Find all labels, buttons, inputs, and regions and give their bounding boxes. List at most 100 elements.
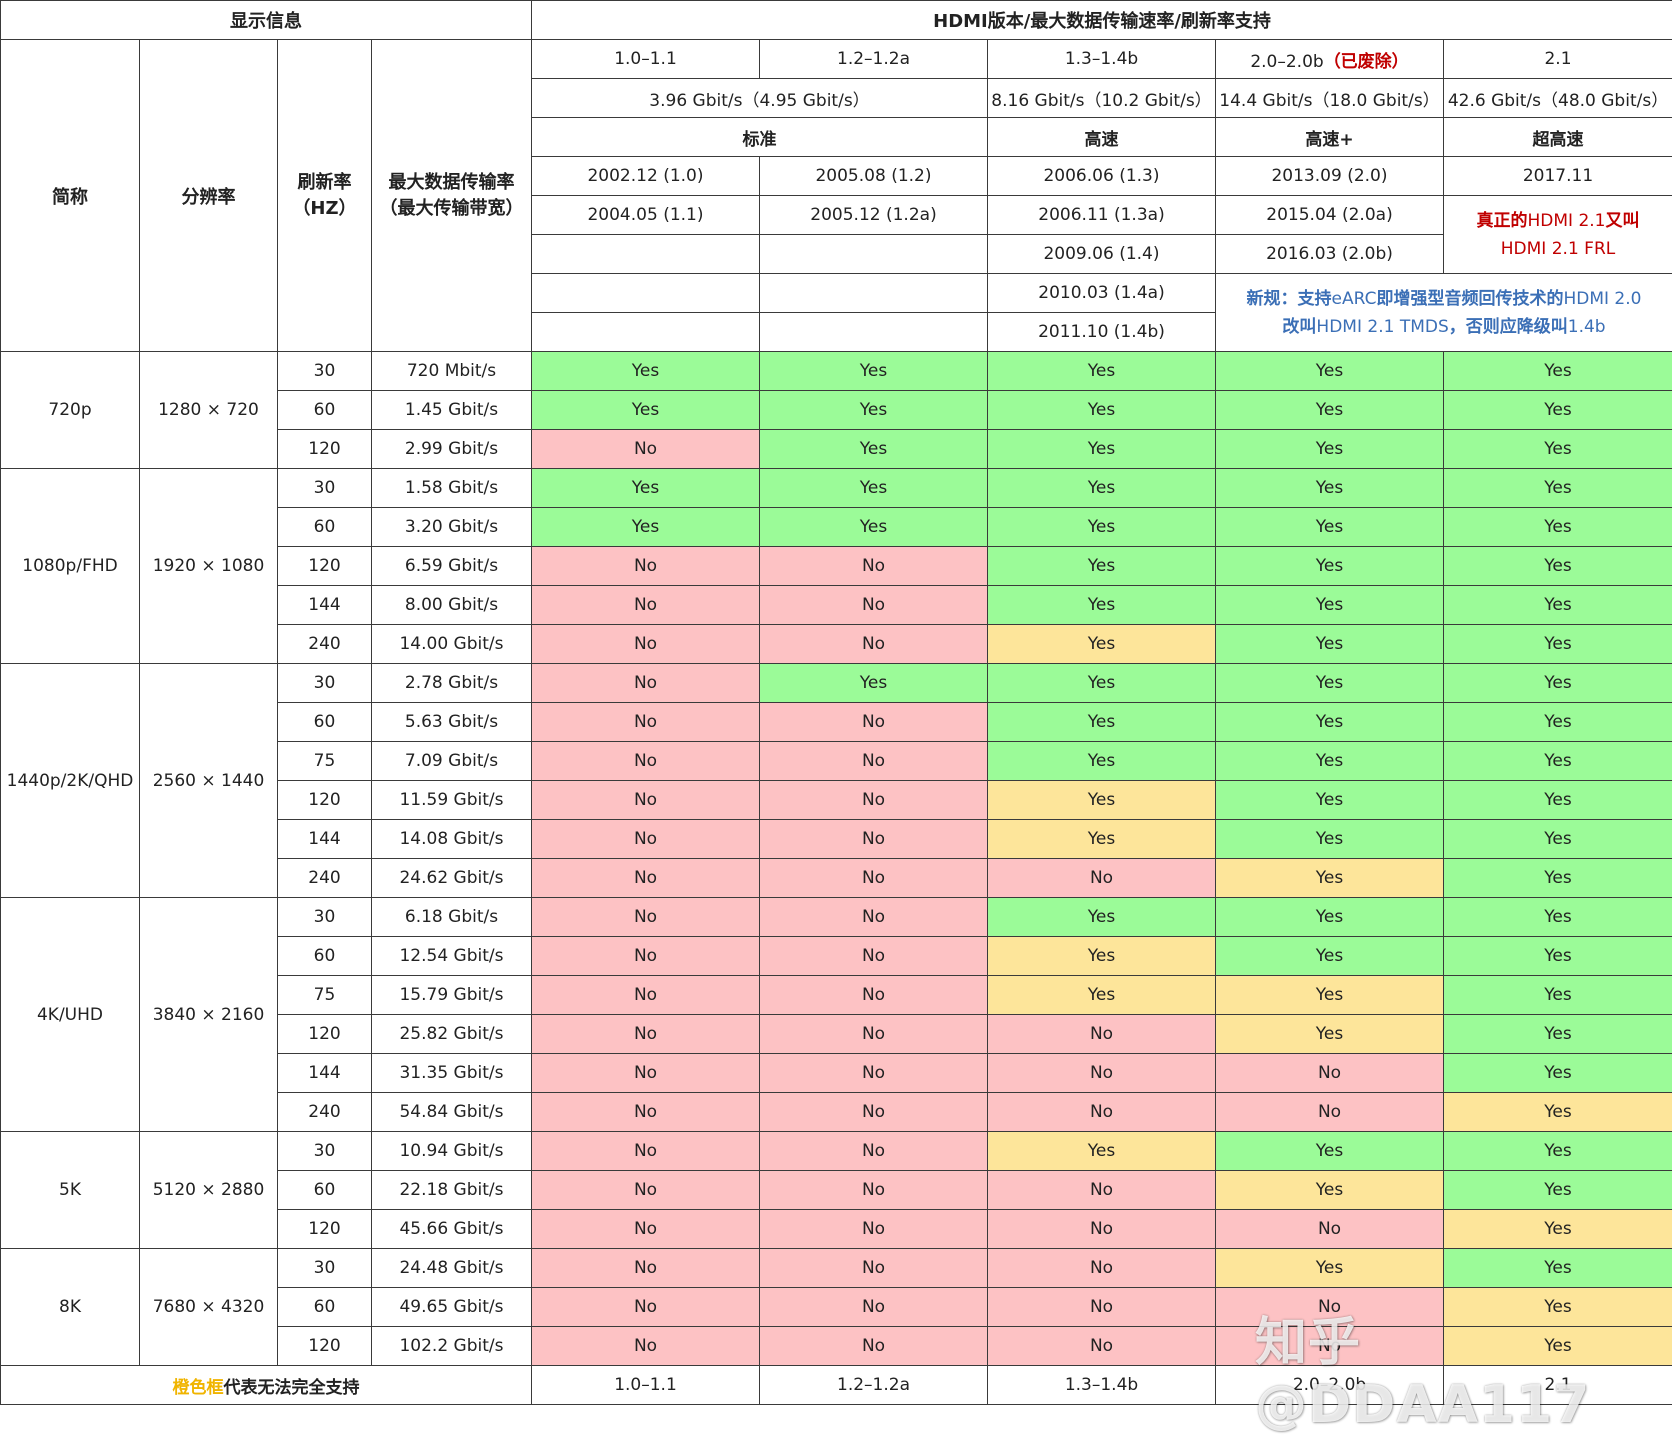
support-cell: Yes (1216, 703, 1444, 742)
tier-high-speed: 高速 (988, 118, 1216, 157)
refresh-rate: 60 (278, 1171, 372, 1210)
refresh-rate: 30 (278, 664, 372, 703)
bandwidth-v4: 14.4 Gbit/s（18.0 Gbit/s） (1216, 79, 1444, 118)
support-cell: Yes (760, 469, 988, 508)
date-v3-2: 2009.06 (1.4) (988, 235, 1216, 274)
support-cell: Yes (532, 508, 760, 547)
support-cell: No (760, 1015, 988, 1054)
support-cell: No (532, 859, 760, 898)
support-cell: Yes (1216, 352, 1444, 391)
support-cell: Yes (1216, 781, 1444, 820)
support-cell: Yes (1444, 898, 1672, 937)
support-cell: Yes (1216, 820, 1444, 859)
support-cell: No (532, 742, 760, 781)
footer-version-v2: 1.2–1.2a (760, 1366, 988, 1405)
support-cell: No (532, 1210, 760, 1249)
support-cell: Yes (1444, 1132, 1672, 1171)
data-rate: 720 Mbit/s (372, 352, 532, 391)
support-cell: Yes (1444, 781, 1672, 820)
support-cell: Yes (1444, 1288, 1672, 1327)
support-cell: No (532, 1093, 760, 1132)
support-cell: Yes (1216, 976, 1444, 1015)
hdmi-support-table: 显示信息 HDMI版本/最大数据传输速率/刷新率支持 简称 分辨率 刷新率（HZ… (0, 0, 1672, 1405)
support-cell: Yes (1216, 586, 1444, 625)
data-rate: 102.2 Gbit/s (372, 1327, 532, 1366)
support-cell: Yes (988, 469, 1216, 508)
col-refresh-header: 刷新率（HZ） (278, 40, 372, 352)
date-v4-0: 2013.09 (2.0) (1216, 157, 1444, 196)
support-cell: No (760, 1327, 988, 1366)
support-cell: Yes (1444, 391, 1672, 430)
format-name: 720p (1, 352, 140, 469)
refresh-rate: 120 (278, 781, 372, 820)
format-resolution: 7680 × 4320 (140, 1249, 278, 1366)
support-cell: No (760, 976, 988, 1015)
support-cell: No (760, 1054, 988, 1093)
date-v2-empty-2 (760, 274, 988, 313)
support-cell: No (532, 1132, 760, 1171)
footer-version-v1: 1.0–1.1 (532, 1366, 760, 1405)
support-cell: Yes (988, 820, 1216, 859)
support-cell: Yes (1216, 937, 1444, 976)
support-cell: No (988, 1015, 1216, 1054)
data-rate: 3.20 Gbit/s (372, 508, 532, 547)
version-v3: 1.3–1.4b (988, 40, 1216, 79)
support-cell: No (532, 1054, 760, 1093)
refresh-rate: 60 (278, 703, 372, 742)
format-name: 8K (1, 1249, 140, 1366)
support-cell: Yes (1444, 742, 1672, 781)
support-cell: Yes (988, 742, 1216, 781)
refresh-rate: 30 (278, 469, 372, 508)
data-rate: 12.54 Gbit/s (372, 937, 532, 976)
support-cell: No (532, 547, 760, 586)
support-cell: No (988, 1054, 1216, 1093)
date-v2-empty-3 (760, 313, 988, 352)
data-rate: 54.84 Gbit/s (372, 1093, 532, 1132)
version-v1: 1.0–1.1 (532, 40, 760, 79)
support-cell: Yes (1444, 859, 1672, 898)
support-cell: No (988, 1249, 1216, 1288)
support-cell: No (760, 937, 988, 976)
support-cell: No (1216, 1210, 1444, 1249)
support-cell: No (532, 586, 760, 625)
data-rate: 24.62 Gbit/s (372, 859, 532, 898)
version-v2: 1.2–1.2a (760, 40, 988, 79)
date-v5-0: 2017.11 (1444, 157, 1672, 196)
support-cell: Yes (1216, 391, 1444, 430)
refresh-rate: 120 (278, 1210, 372, 1249)
support-cell: Yes (988, 976, 1216, 1015)
support-cell: Yes (1216, 430, 1444, 469)
support-cell: No (532, 625, 760, 664)
support-cell: Yes (1216, 859, 1444, 898)
support-cell: No (532, 937, 760, 976)
support-cell: No (988, 1171, 1216, 1210)
support-cell: Yes (1216, 1171, 1444, 1210)
legend-text: 代表无法完全支持 (224, 1378, 360, 1398)
bandwidth-v3: 8.16 Gbit/s（10.2 Gbit/s） (988, 79, 1216, 118)
table-row: 5K5120 × 28803010.94 Gbit/sNoNoYesYesYes (1, 1132, 1672, 1171)
support-cell: No (532, 976, 760, 1015)
support-cell: No (532, 430, 760, 469)
support-cell: No (532, 664, 760, 703)
footer-version-v4: 2.0–2.0b (1216, 1366, 1444, 1405)
date-v4-2: 2016.03 (2.0b) (1216, 235, 1444, 274)
support-cell: Yes (1216, 469, 1444, 508)
support-cell: No (532, 820, 760, 859)
support-cell: Yes (1444, 1054, 1672, 1093)
format-resolution: 3840 × 2160 (140, 898, 278, 1132)
format-name: 1080p/FHD (1, 469, 140, 664)
support-cell: Yes (1216, 898, 1444, 937)
refresh-rate: 60 (278, 1288, 372, 1327)
refresh-rate: 240 (278, 1093, 372, 1132)
support-cell: Yes (1444, 703, 1672, 742)
support-cell: Yes (1444, 937, 1672, 976)
support-cell: Yes (1444, 508, 1672, 547)
support-cell: Yes (1444, 1171, 1672, 1210)
support-cell: Yes (1216, 625, 1444, 664)
data-rate: 14.00 Gbit/s (372, 625, 532, 664)
support-cell: No (988, 1288, 1216, 1327)
data-rate: 2.78 Gbit/s (372, 664, 532, 703)
tier-standard: 标准 (532, 118, 988, 157)
date-v2-1: 2005.12 (1.2a) (760, 196, 988, 235)
data-rate: 24.48 Gbit/s (372, 1249, 532, 1288)
